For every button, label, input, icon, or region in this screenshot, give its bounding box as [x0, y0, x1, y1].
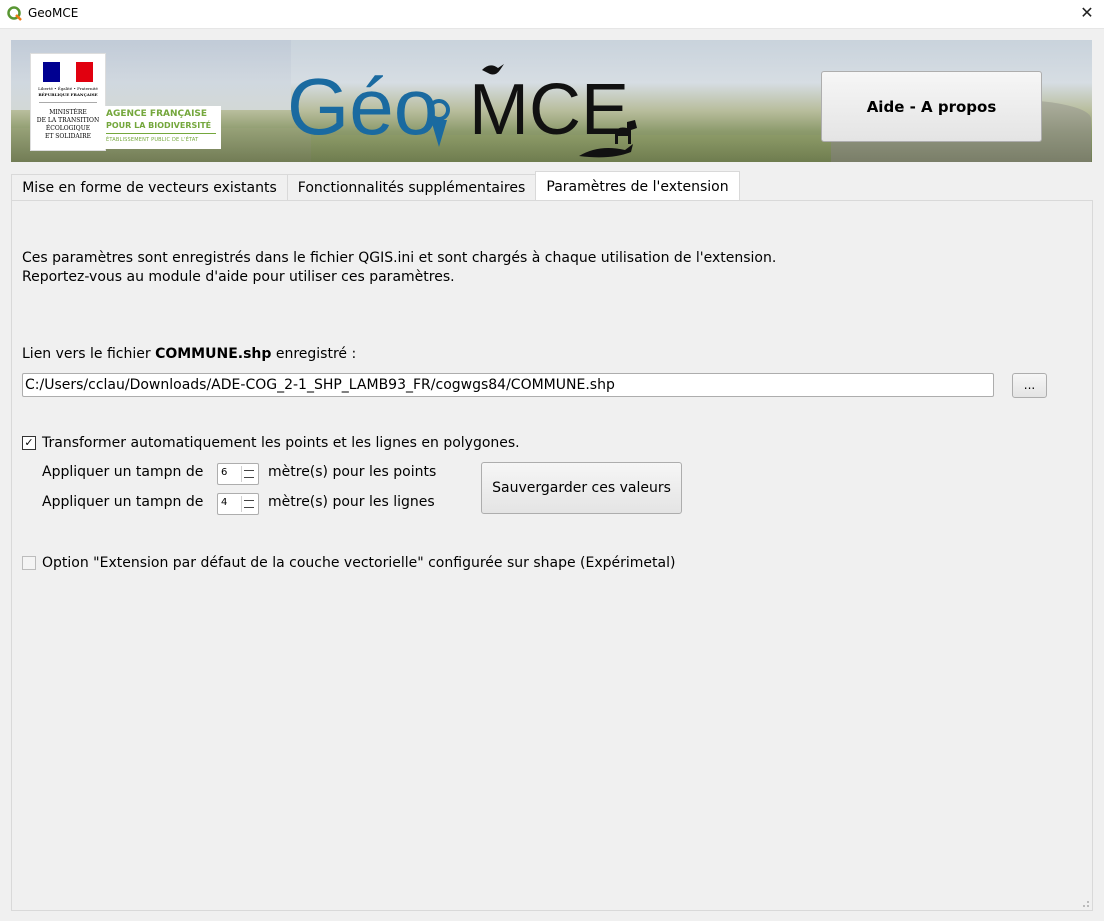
svg-text:MCE: MCE	[469, 70, 629, 150]
flag-icon	[43, 62, 94, 82]
help-about-button[interactable]: Aide - A propos	[821, 71, 1042, 142]
transform-polygons-option[interactable]: ✓ Transformer automatiquement les points…	[22, 435, 520, 451]
window-title: GeoMCE	[28, 6, 79, 20]
svg-text:Géo: Géo	[287, 62, 438, 151]
commune-file-label: Lien vers le fichier COMMUNE.shp enregis…	[22, 346, 357, 362]
save-values-button[interactable]: Sauvergarder ces valeurs	[481, 462, 682, 514]
tab-vector-formatting[interactable]: Mise en forme de vecteurs existants	[11, 174, 288, 202]
buffer-points-spinbox[interactable]: 6	[217, 463, 259, 485]
window-titlebar: GeoMCE ✕	[0, 0, 1104, 29]
settings-description-line2: Reportez-vous au module d'aide pour util…	[22, 269, 455, 285]
spinbox-arrows-icon[interactable]	[241, 496, 256, 512]
header-banner: Liberté • Égalité • Fraternité RÉPUBLIQU…	[11, 40, 1092, 162]
qgis-app-icon	[7, 6, 22, 21]
resize-grip-icon[interactable]	[1080, 898, 1090, 908]
afb-logo: AGENCE FRANÇAISE POUR LA BIODIVERSITÉ ÉT…	[104, 106, 221, 149]
transform-polygons-checkbox[interactable]: ✓	[22, 436, 36, 450]
settings-pane: Ces paramètres sont enregistrés dans le …	[11, 200, 1093, 911]
commune-file-path-input[interactable]: C:/Users/cclau/Downloads/ADE-COG_2-1_SHP…	[22, 373, 994, 397]
buffer-lines-spinbox[interactable]: 4	[217, 493, 259, 515]
shape-extension-checkbox[interactable]	[22, 556, 36, 570]
browse-file-button[interactable]: ...	[1012, 373, 1047, 398]
close-icon[interactable]: ✕	[1078, 3, 1096, 23]
tab-extension-settings[interactable]: Paramètres de l'extension	[535, 171, 740, 202]
spinbox-arrows-icon[interactable]	[241, 466, 256, 482]
tab-extra-features[interactable]: Fonctionnalités supplémentaires	[287, 174, 536, 202]
shape-extension-option[interactable]: Option "Extension par défaut de la couch…	[22, 555, 675, 571]
settings-description-line1: Ces paramètres sont enregistrés dans le …	[22, 250, 777, 266]
gov-logo: Liberté • Égalité • Fraternité RÉPUBLIQU…	[30, 53, 106, 151]
geomce-logo: Géo MCE	[287, 62, 637, 158]
